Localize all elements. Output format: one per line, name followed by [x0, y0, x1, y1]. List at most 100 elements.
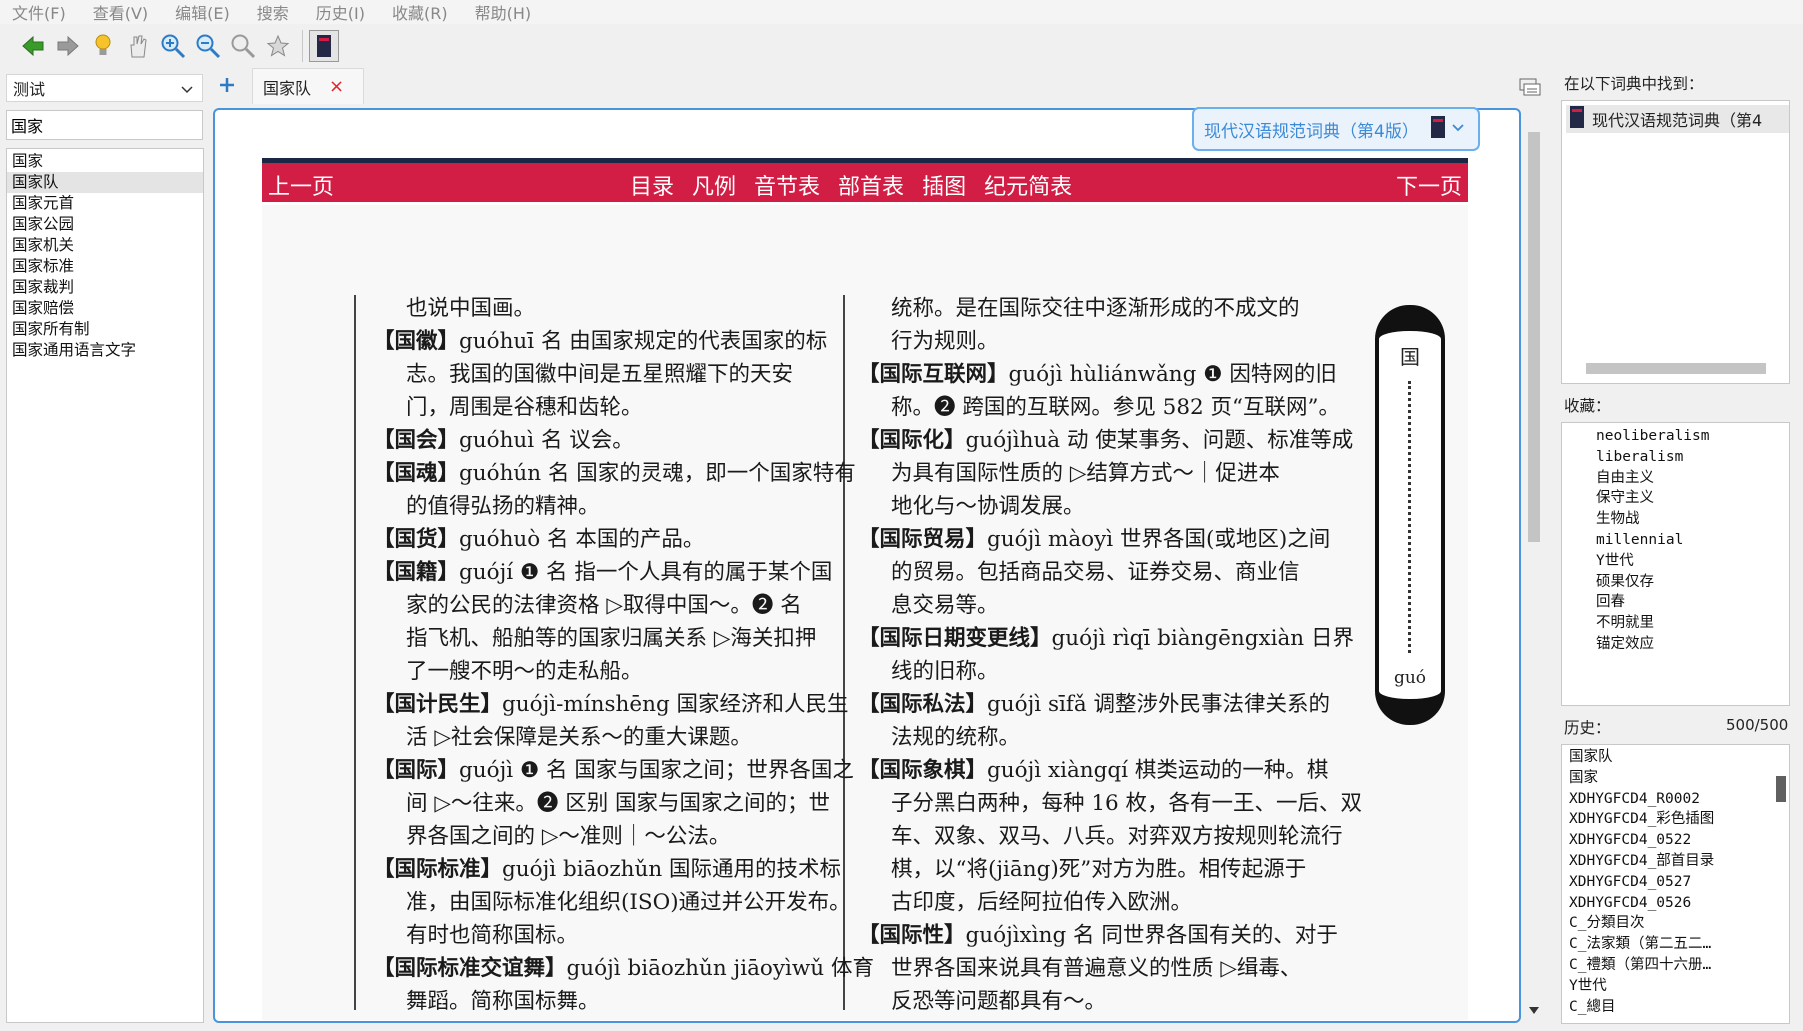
favorite-item[interactable]: 不明就里 — [1596, 613, 1789, 634]
favorite-item[interactable]: 保守主义 — [1596, 488, 1789, 509]
search-input[interactable] — [6, 110, 203, 140]
favorite-item[interactable]: neoliberalism — [1596, 426, 1789, 447]
menu-edit[interactable]: 编辑(E) — [175, 0, 230, 24]
scroll-down-icon[interactable] — [1529, 1003, 1539, 1019]
menu-file[interactable]: 文件(F) — [12, 0, 66, 24]
entry-text: 了一艘不明～的走私船。 — [406, 659, 643, 684]
entry-line: 准，由国际标准化组织(ISO)通过并公开发布。 — [373, 886, 874, 919]
history-item[interactable]: C_總目 — [1569, 997, 1759, 1018]
entry-text: 有时也简称国标。 — [406, 923, 579, 948]
favorite-item[interactable]: 自由主义 — [1596, 468, 1789, 489]
thumb-index-char: 国 — [1400, 345, 1420, 369]
word-list: 国家 国家队 国家元首 国家公园 国家机关 国家标准 国家裁判 国家赔偿 国家所… — [6, 148, 204, 1023]
history-item[interactable]: XDHYGFCD4_0526 — [1569, 893, 1759, 914]
entry-headword: 【国际日期变更线】 — [858, 626, 1052, 651]
word-list-item[interactable]: 国家通用语言文字 — [7, 340, 203, 361]
forward-arrow-icon[interactable] — [53, 31, 83, 61]
close-icon[interactable]: × — [329, 77, 344, 96]
favorite-item[interactable]: liberalism — [1596, 447, 1789, 468]
menu-view[interactable]: 查看(V) — [93, 0, 148, 24]
found-dictionaries-list: 现代汉语规范词典（第4 — [1561, 100, 1790, 384]
nav-link-guide[interactable]: 凡例 — [692, 169, 736, 201]
entry-line: 间 ▷～往来。❷ 区别 国家与国家之间的；世 — [373, 787, 874, 820]
entry-headword: 【国际贸易】 — [858, 527, 988, 552]
word-list-item[interactable]: 国家所有制 — [7, 319, 203, 340]
entry-text: 称。❷ 跨国的互联网。参见 582 页“互联网”。 — [891, 395, 1341, 420]
word-list-item-selected[interactable]: 国家队 — [7, 172, 203, 193]
entries-column-left: 也说中国画。 【国徽】guóhuī 名 由国家规定的代表国家的标 志。我国的国徽中间… — [373, 292, 874, 1018]
entry-headword: 【国徽】 — [373, 329, 460, 354]
nav-link-syllable-table[interactable]: 音节表 — [754, 169, 820, 201]
history-item[interactable]: XDHYGFCD4_0522 — [1569, 830, 1759, 851]
history-item[interactable]: 国家队 — [1569, 747, 1759, 768]
entry-text: 门，周围是谷穗和齿轮。 — [406, 395, 643, 420]
menu-history[interactable]: 历史(I) — [316, 0, 365, 24]
dictionary-book-icon — [1570, 106, 1584, 132]
next-page-link[interactable]: 下一页 — [1396, 169, 1462, 201]
zoom-in-icon[interactable] — [158, 31, 188, 61]
add-tab-icon[interactable] — [218, 76, 236, 94]
word-list-item[interactable]: 国家裁判 — [7, 277, 203, 298]
found-in-label: 在以下词典中找到： — [1564, 75, 1704, 93]
menu-help[interactable]: 帮助(H) — [475, 0, 532, 24]
entry-text: guóhuì 名 议会。 — [459, 428, 634, 453]
history-item[interactable]: XDHYGFCD4_彩色插图 — [1569, 809, 1759, 830]
group-select[interactable]: 测试 — [6, 74, 203, 102]
entry-line: 志。我国的国徽中间是五星照耀下的天安 — [373, 358, 874, 391]
history-item[interactable]: C_分類目次 — [1569, 913, 1759, 934]
entry-headword: 【国际性】 — [858, 923, 966, 948]
favorite-item[interactable]: 硕果仅存 — [1596, 572, 1789, 593]
word-list-item[interactable]: 国家公园 — [7, 214, 203, 235]
prev-page-link[interactable]: 上一页 — [268, 169, 334, 201]
history-item[interactable]: XDHYGFCD4_0527 — [1569, 872, 1759, 893]
menu-favorites[interactable]: 收藏(R) — [392, 0, 448, 24]
word-list-item[interactable]: 国家赔偿 — [7, 298, 203, 319]
tab-list-icon[interactable] — [1518, 76, 1542, 98]
history-scrollbar-thumb[interactable] — [1776, 776, 1786, 802]
entry-text: guójì xiàngqí 棋类运动的一种。棋 — [987, 758, 1329, 783]
history-item[interactable]: C_法家類（第二五二… — [1569, 934, 1759, 955]
history-item[interactable]: XDHYGFCD4_部首目录 — [1569, 851, 1759, 872]
article-scrollbar[interactable] — [1526, 108, 1542, 1023]
word-list-item[interactable]: 国家标准 — [7, 256, 203, 277]
word-list-item[interactable]: 国家 — [7, 151, 203, 172]
favorite-item[interactable]: 锚定效应 — [1596, 634, 1789, 655]
zoom-reset-icon[interactable] — [228, 31, 258, 61]
thumb-index-dots — [1408, 381, 1411, 653]
found-dictionary-name: 现代汉语规范词典（第4 — [1592, 111, 1763, 130]
star-icon[interactable] — [263, 31, 293, 61]
back-arrow-icon[interactable] — [18, 31, 48, 61]
found-list-hscrollbar[interactable] — [1586, 363, 1766, 374]
hand-scan-icon[interactable] — [123, 31, 153, 61]
menu-search[interactable]: 搜索 — [257, 0, 289, 24]
history-item[interactable]: C_禮類（第四十六册… — [1569, 955, 1759, 976]
entry-line: 【国际日期变更线】guójì rìqī biàngēngxiàn 日界 — [858, 622, 1362, 655]
entry-line: 行为规则。 — [858, 325, 1362, 358]
entry-line: 统称。是在国际交往中逐渐形成的不成文的 — [858, 292, 1362, 325]
favorite-item[interactable]: 回春 — [1596, 592, 1789, 613]
word-list-item[interactable]: 国家机关 — [7, 235, 203, 256]
tab-article[interactable]: 国家队 × — [252, 68, 364, 104]
entry-headword: 【国货】 — [373, 527, 460, 552]
nav-link-radical-table[interactable]: 部首表 — [838, 169, 904, 201]
entry-text: guójìxìng 名 同世界各国有关的、对于 — [965, 923, 1338, 948]
entry-line: 活 ▷社会保障是关系～的重大课题。 — [373, 721, 874, 754]
toolbar-divider — [302, 30, 303, 62]
favorite-item[interactable]: Y世代 — [1596, 551, 1789, 572]
favorite-item[interactable]: millennial — [1596, 530, 1789, 551]
lightbulb-icon[interactable] — [88, 31, 118, 61]
article-scrollbar-thumb[interactable] — [1528, 132, 1540, 542]
zoom-out-icon[interactable] — [193, 31, 223, 61]
favorite-item[interactable]: 生物战 — [1596, 509, 1789, 530]
dictionary-badge[interactable]: 现代汉语规范词典（第4版） — [1192, 107, 1480, 151]
word-list-item[interactable]: 国家元首 — [7, 193, 203, 214]
found-dictionary-item[interactable]: 现代汉语规范词典（第4 — [1566, 105, 1789, 133]
nav-link-era-table[interactable]: 纪元简表 — [984, 169, 1072, 201]
history-item[interactable]: 国家 — [1569, 768, 1759, 789]
nav-link-contents[interactable]: 目录 — [630, 169, 674, 201]
history-scrollbar[interactable] — [1775, 746, 1787, 1022]
history-item[interactable]: XDHYGFCD4_R0002 — [1569, 789, 1759, 810]
nav-link-illustrations[interactable]: 插图 — [922, 169, 966, 201]
history-item[interactable]: Y世代 — [1569, 976, 1759, 997]
dictionary-book-icon[interactable] — [309, 30, 339, 62]
